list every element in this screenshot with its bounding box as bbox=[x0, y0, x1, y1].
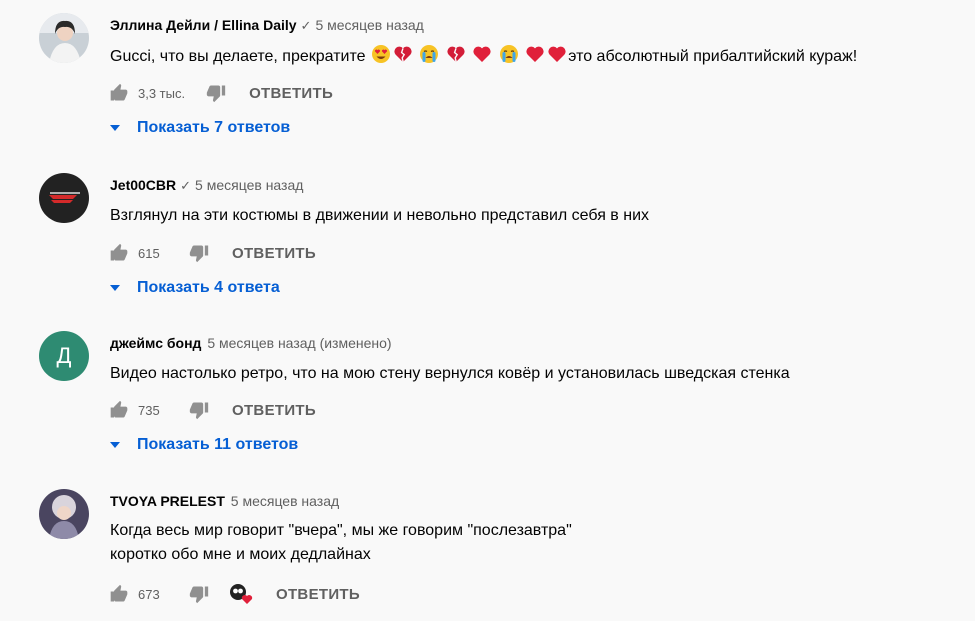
comment-actions: 673 ОТВЕТИТЬ bbox=[108, 582, 360, 606]
comment-actions: 3,3 тыс. ОТВЕТИТЬ bbox=[108, 81, 333, 105]
broken-heart-emoji-icon bbox=[393, 44, 413, 64]
show-replies-label: Показать 7 ответов bbox=[137, 119, 291, 136]
heart-emoji-icon bbox=[472, 44, 492, 64]
crying-emoji-icon bbox=[499, 44, 519, 64]
comment-header: джеймс бонд 5 месяцев назад (изменено) bbox=[110, 334, 392, 352]
thumb-up-icon bbox=[109, 400, 129, 420]
comment-text-line: коротко обо мне и моих дедлайнах bbox=[110, 546, 371, 563]
avatar[interactable] bbox=[39, 489, 89, 539]
comment-header: TVOYA PRELEST 5 месяцев назад bbox=[110, 492, 339, 510]
thumb-up-icon bbox=[109, 243, 129, 263]
like-count: 735 bbox=[138, 402, 160, 418]
show-replies-button[interactable]: Показать 11 ответов bbox=[108, 434, 298, 456]
avatar[interactable] bbox=[39, 13, 89, 63]
comment-author[interactable]: TVOYA PRELEST bbox=[110, 493, 225, 509]
comment-text-part: это абсолютный прибалтийский кураж! bbox=[568, 48, 858, 65]
like-button[interactable] bbox=[108, 583, 130, 605]
like-count: 673 bbox=[138, 586, 160, 602]
verified-check-icon: ✓ bbox=[180, 178, 192, 193]
heart-emoji-icon bbox=[547, 44, 567, 64]
comment-text-line: Когда весь мир говорит "вчера", мы же го… bbox=[110, 522, 572, 539]
like-count: 3,3 тыс. bbox=[138, 85, 186, 101]
like-button[interactable] bbox=[108, 242, 130, 264]
show-replies-button[interactable]: Показать 4 ответа bbox=[108, 277, 280, 299]
broken-heart-emoji-icon bbox=[446, 44, 466, 64]
chevron-down-icon bbox=[110, 442, 120, 448]
creator-heart-icon bbox=[228, 582, 254, 606]
thumb-up-icon bbox=[109, 584, 129, 604]
comment-author[interactable]: Jet00CBR bbox=[110, 177, 176, 193]
comment-text: Видео настолько ретро, что на мою стену … bbox=[110, 365, 790, 382]
comment-time[interactable]: 5 месяцев назад bbox=[231, 493, 339, 509]
comment-header: Jet00CBR ✓ 5 месяцев назад bbox=[110, 176, 303, 195]
thumb-down-icon bbox=[189, 584, 209, 604]
show-replies-button[interactable]: Показать 7 ответов bbox=[108, 117, 290, 139]
heart-eyes-emoji-icon bbox=[371, 44, 391, 64]
comment-text: Gucci, что вы делаете, прекратите это аб… bbox=[110, 44, 857, 69]
comment-actions: 735 ОТВЕТИТЬ bbox=[108, 398, 316, 422]
comment-header: Эллина Дейли / Ellina Daily ✓ 5 месяцев на… bbox=[110, 16, 424, 35]
comment-time[interactable]: 5 месяцев назад bbox=[315, 17, 423, 33]
chevron-down-icon bbox=[110, 285, 120, 291]
reply-button[interactable]: ОТВЕТИТЬ bbox=[232, 402, 316, 419]
dislike-button[interactable] bbox=[188, 583, 210, 605]
avatar[interactable] bbox=[39, 173, 89, 223]
dislike-button[interactable] bbox=[188, 242, 210, 264]
comment-time[interactable]: 5 месяцев назад (изменено) bbox=[207, 335, 391, 351]
comment-text-part: Gucci, что вы делаете, прекратите bbox=[110, 48, 366, 65]
thumb-up-icon bbox=[109, 83, 129, 103]
comment-author[interactable]: Эллина Дейли / Ellina Daily bbox=[110, 17, 297, 33]
show-replies-label: Показать 4 ответа bbox=[137, 279, 280, 296]
reply-button[interactable]: ОТВЕТИТЬ bbox=[249, 85, 333, 102]
avatar-letter: Д bbox=[56, 343, 72, 368]
comment-actions: 615 ОТВЕТИТЬ bbox=[108, 241, 316, 265]
dislike-button[interactable] bbox=[188, 399, 210, 421]
thumb-down-icon bbox=[189, 243, 209, 263]
comment-time[interactable]: 5 месяцев назад bbox=[195, 177, 303, 193]
avatar[interactable]: Д bbox=[39, 331, 89, 381]
reply-button[interactable]: ОТВЕТИТЬ bbox=[276, 586, 360, 603]
thumb-down-icon bbox=[206, 83, 226, 103]
crying-emoji-icon bbox=[419, 44, 439, 64]
heart-emoji-icon bbox=[525, 44, 545, 64]
chevron-down-icon bbox=[110, 125, 120, 131]
dislike-button[interactable] bbox=[205, 82, 227, 104]
show-replies-label: Показать 11 ответов bbox=[137, 436, 299, 453]
thumb-down-icon bbox=[189, 400, 209, 420]
like-button[interactable] bbox=[108, 82, 130, 104]
like-count: 615 bbox=[138, 245, 160, 261]
reply-button[interactable]: ОТВЕТИТЬ bbox=[232, 245, 316, 262]
like-button[interactable] bbox=[108, 399, 130, 421]
comment-text: Взглянул на эти костюмы в движении и нев… bbox=[110, 207, 650, 224]
comment-author[interactable]: джеймс бонд bbox=[110, 335, 201, 351]
verified-check-icon: ✓ bbox=[300, 18, 312, 33]
